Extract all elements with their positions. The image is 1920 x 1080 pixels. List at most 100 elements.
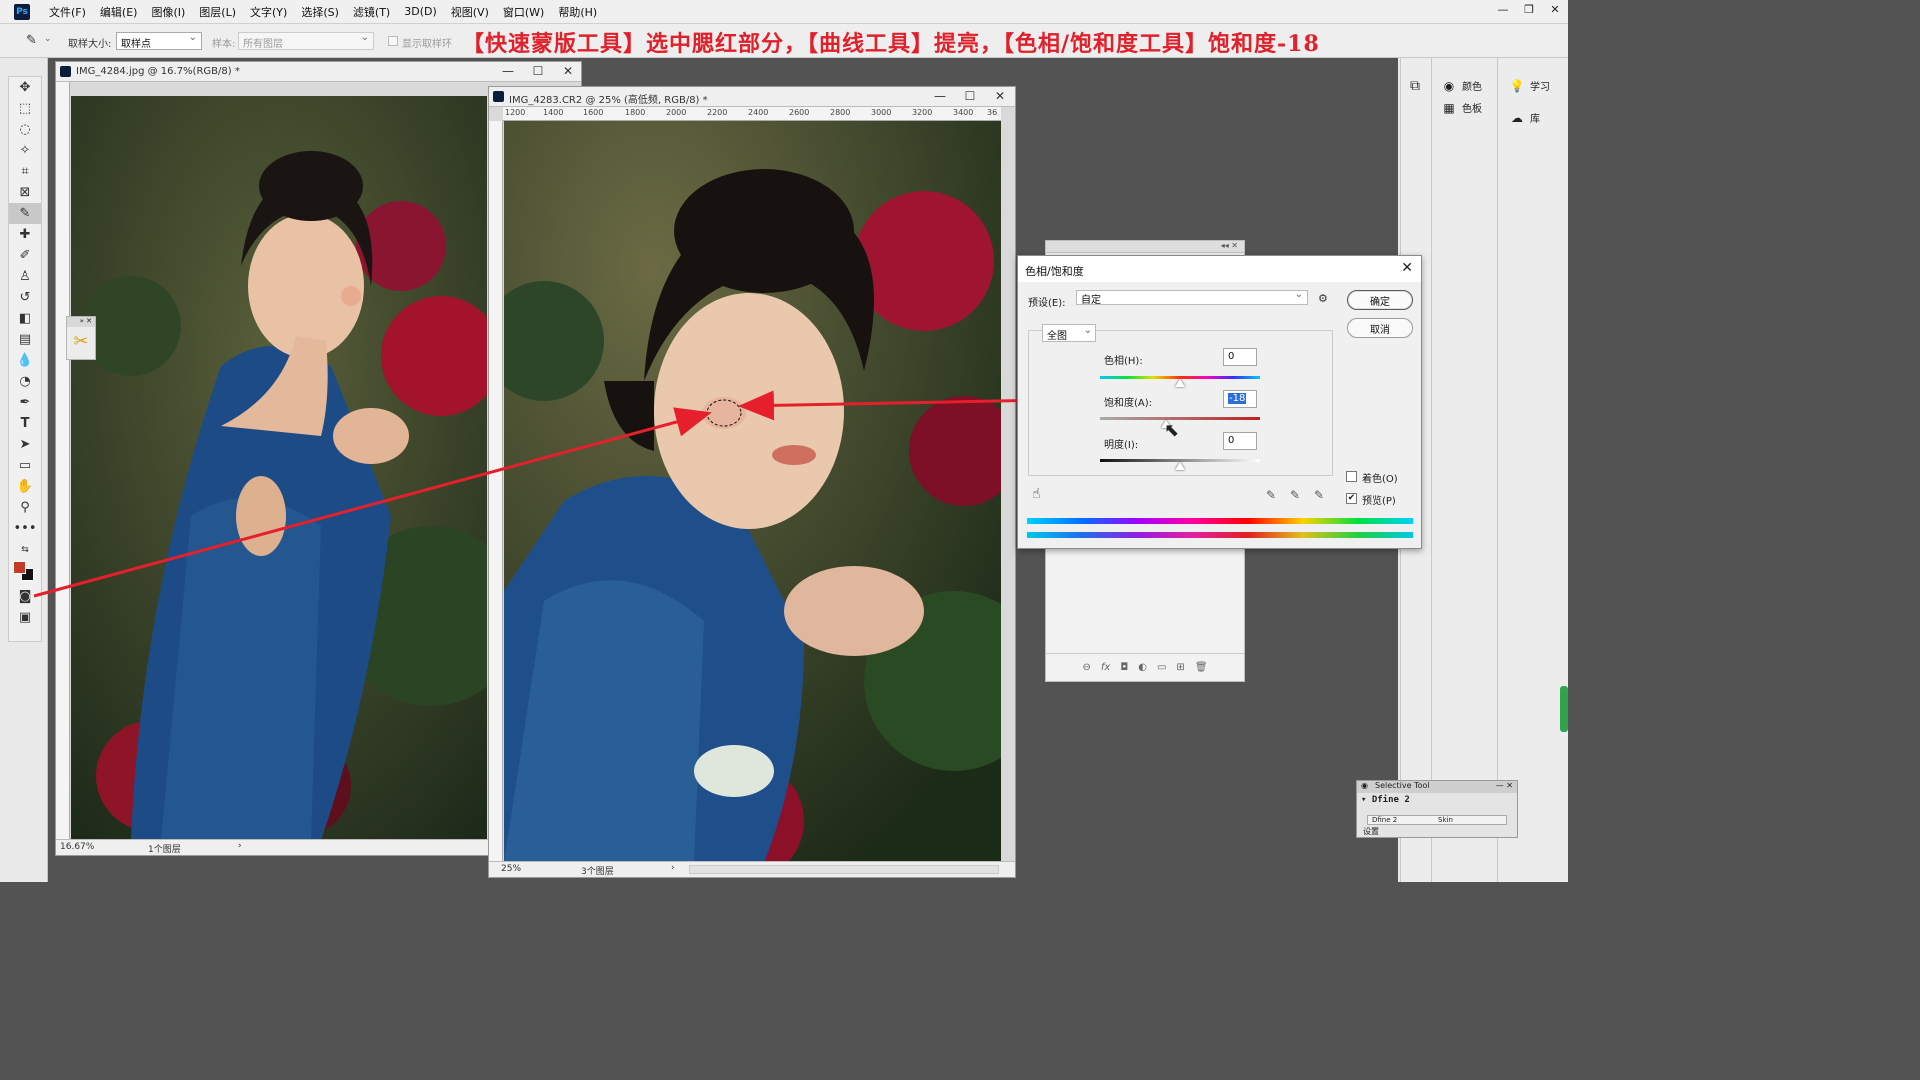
menu-filter[interactable]: 滤镜(T) — [346, 4, 397, 20]
eraser-tool-icon[interactable]: ◧ — [9, 308, 41, 329]
show-ring-checkbox[interactable] — [388, 36, 398, 46]
saturation-input[interactable]: -18 — [1223, 390, 1257, 408]
brush-tool-icon[interactable]: ✐ — [9, 245, 41, 266]
dfine-preset-1[interactable]: Dfine 2 — [1372, 816, 1397, 824]
close-icon[interactable]: ✕ — [1401, 260, 1413, 276]
ok-button[interactable]: 确定 — [1347, 290, 1413, 310]
learn-panel-tab[interactable]: 💡 学习 — [1510, 78, 1550, 94]
rectangle-tool-icon[interactable]: ▭ — [9, 455, 41, 476]
close-icon[interactable]: ✕ — [1542, 0, 1568, 18]
marquee-tool-icon[interactable]: ⬚ — [9, 98, 41, 119]
channel-select[interactable]: 全图 ⌄ — [1042, 324, 1096, 342]
menu-3d[interactable]: 3D(D) — [397, 5, 444, 18]
close-icon[interactable]: ✕ — [985, 89, 1015, 103]
preset-select[interactable]: 自定 ⌄ — [1076, 289, 1308, 306]
lightness-input[interactable]: 0 — [1223, 432, 1257, 450]
zoom-tool-icon[interactable]: ⚲ — [9, 497, 41, 518]
maximize-icon[interactable]: ❐ — [1516, 0, 1542, 18]
group-folder-icon[interactable]: ▭ — [1157, 662, 1166, 673]
move-tool-icon[interactable]: ✥ — [9, 77, 41, 98]
preview-checkbox[interactable]: ✔ — [1346, 493, 1357, 504]
minimize-icon[interactable]: — — [493, 64, 523, 78]
document-tab-img4284[interactable]: IMG_4284.jpg @ 16.7%(RGB/8) * — ☐ ✕ — [56, 62, 581, 82]
frame-tool-icon[interactable]: ⊠ — [9, 182, 41, 203]
pen-tool-icon[interactable]: ✒ — [9, 392, 41, 413]
blur-tool-icon[interactable]: 💧 — [9, 350, 41, 371]
photo-canvas-left[interactable] — [71, 96, 487, 840]
zoom-level[interactable]: 16.67% — [60, 842, 94, 852]
gear-icon[interactable]: ⚙ — [1318, 292, 1328, 305]
gradient-tool-icon[interactable]: ▤ — [9, 329, 41, 350]
history-brush-tool-icon[interactable]: ↺ — [9, 287, 41, 308]
lasso-tool-icon[interactable]: ◌ — [9, 119, 41, 140]
scroll-indicator[interactable] — [1560, 686, 1568, 732]
type-tool-icon[interactable]: T — [9, 413, 41, 434]
path-selection-tool-icon[interactable]: ➤ — [9, 434, 41, 455]
dfine-preset-2[interactable]: Skin — [1438, 816, 1453, 824]
menu-type[interactable]: 文字(Y) — [243, 4, 294, 20]
screen-mode-icon[interactable]: ▣ — [9, 607, 41, 628]
lightness-slider-thumb[interactable] — [1175, 462, 1185, 470]
library-panel-tab[interactable]: ☁ 库 — [1510, 110, 1540, 126]
dodge-tool-icon[interactable]: ◔ — [9, 371, 41, 392]
menu-image[interactable]: 图像(I) — [144, 4, 192, 20]
settings-button[interactable]: 设置 — [1363, 826, 1379, 837]
close-icon[interactable]: — ✕ — [1496, 781, 1513, 790]
adjustment-layer-icon[interactable]: ◐ — [1138, 662, 1147, 673]
new-layer-icon[interactable]: ⊞ — [1176, 662, 1184, 673]
eyedropper-tool-icon[interactable]: ✎ — [26, 33, 37, 48]
eyedropper-tool-icon[interactable]: ✎ — [9, 203, 41, 224]
menu-view[interactable]: 视图(V) — [444, 4, 496, 20]
color-panel-tab[interactable]: ◉ 颜色 — [1442, 78, 1482, 94]
dfine-section[interactable]: ▾ Dfine 2 — [1357, 793, 1517, 805]
magic-wand-tool-icon[interactable]: ✧ — [9, 140, 41, 161]
sample-size-select[interactable]: 取样点 — [116, 32, 202, 50]
eyedropper-icon[interactable]: ✎ — [1266, 488, 1276, 502]
foreground-color-swatch[interactable] — [13, 561, 26, 574]
close-icon[interactable]: ✕ — [553, 64, 583, 78]
menu-edit[interactable]: 编辑(E) — [93, 4, 145, 20]
maximize-icon[interactable]: ☐ — [523, 64, 553, 78]
saturation-slider-track[interactable] — [1100, 417, 1260, 420]
targeted-adjustment-hand-icon[interactable]: ☝ — [1032, 486, 1041, 502]
maximize-icon[interactable]: ☐ — [955, 89, 985, 103]
hue-input[interactable]: 0 — [1223, 348, 1257, 366]
swatches-panel-tab[interactable]: ▦ 色板 — [1442, 100, 1482, 116]
photo-canvas-right[interactable] — [504, 121, 1001, 863]
healing-brush-tool-icon[interactable]: ✚ — [9, 224, 41, 245]
sample-select[interactable]: 所有图层 — [238, 32, 374, 50]
menu-help[interactable]: 帮助(H) — [551, 4, 604, 20]
hue-slider-thumb[interactable] — [1175, 379, 1185, 387]
link-layers-icon[interactable]: ⊖ — [1082, 662, 1090, 673]
swap-colors-icon[interactable]: ⇆ — [9, 539, 41, 560]
horizontal-scrollbar[interactable] — [689, 865, 999, 874]
add-mask-icon[interactable]: ◘ — [1120, 662, 1128, 673]
chevron-down-icon[interactable]: ⌄ — [44, 34, 52, 44]
eyedropper-minus-icon[interactable]: ✎ — [1314, 488, 1324, 502]
cancel-button[interactable]: 取消 — [1347, 318, 1413, 338]
history-icon[interactable]: ⧉ — [1410, 78, 1420, 94]
scissors-icon[interactable]: ✂ — [67, 331, 95, 352]
menu-layer[interactable]: 图层(L) — [192, 4, 243, 20]
menu-select[interactable]: 选择(S) — [294, 4, 346, 20]
colorize-checkbox[interactable] — [1346, 471, 1357, 482]
clone-stamp-tool-icon[interactable]: ♙ — [9, 266, 41, 287]
more-tools-icon[interactable]: ••• — [9, 518, 41, 539]
chevron-right-icon[interactable]: › — [671, 863, 675, 873]
cloud-library-icon: ☁ — [1511, 110, 1523, 125]
zoom-level[interactable]: 25% — [501, 864, 521, 874]
minimize-icon[interactable]: — — [1490, 0, 1516, 18]
menu-file[interactable]: 文件(F) — [42, 4, 93, 20]
chevron-right-icon[interactable]: › — [238, 841, 242, 851]
dfine-preset-row[interactable]: Dfine 2 Skin — [1367, 815, 1507, 825]
crop-tool-icon[interactable]: ⌗ — [9, 161, 41, 182]
tools-panel: ✥ ⬚ ◌ ✧ ⌗ ⊠ ✎ ✚ ✐ ♙ ↺ ◧ ▤ 💧 ◔ ✒ T ➤ ▭ ✋ … — [8, 76, 42, 642]
eyedropper-plus-icon[interactable]: ✎ — [1290, 488, 1300, 502]
quick-mask-icon[interactable]: ◙ — [9, 586, 41, 607]
hand-tool-icon[interactable]: ✋ — [9, 476, 41, 497]
menu-window[interactable]: 窗口(W) — [496, 4, 551, 20]
minimize-icon[interactable]: — — [925, 89, 955, 103]
document-tab-img4283[interactable]: IMG_4283.CR2 @ 25% (高低频, RGB/8) * — ☐ ✕ — [489, 87, 1015, 107]
trash-icon[interactable]: 🗑 — [1195, 662, 1208, 673]
fx-icon[interactable]: fx — [1101, 662, 1110, 673]
